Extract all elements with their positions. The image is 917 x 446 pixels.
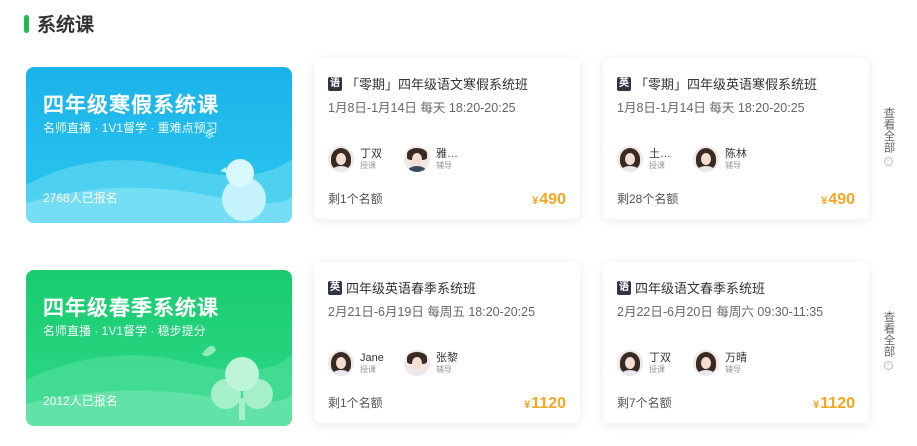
teacher-role: 授课 xyxy=(360,364,376,374)
course-title: 英 四年级英语春季系统班 xyxy=(328,278,476,297)
course-title: 语 四年级语文春季系统班 xyxy=(617,278,765,297)
teacher-name: 雅… xyxy=(436,147,458,160)
subject-badge: 语 xyxy=(328,76,342,91)
course-card[interactable]: 语 「零期」四年级语文寒假系统班 1月8日-1月14日 每天 18:20-20:… xyxy=(314,58,580,219)
teacher-role: 授课 xyxy=(649,364,665,374)
course-title-text: 「零期」四年级英语寒假系统班 xyxy=(635,77,818,92)
promo-subtitle: 名师直播 · 1V1督学 · 重难点预习 xyxy=(43,121,218,135)
view-all-link[interactable]: 查看全部 › xyxy=(881,107,895,166)
promo-enroll-count: 2012人已报名 xyxy=(43,394,118,408)
course-schedule: 2月21日-6月19日 每周五 18:20-20:25 xyxy=(328,305,536,319)
teacher-name: 丁双 xyxy=(649,351,671,364)
section-accent-bar xyxy=(24,14,29,33)
course-card[interactable]: 英 四年级英语春季系统班 2月21日-6月19日 每周五 18:20-20:25… xyxy=(314,262,580,423)
teacher-name: 土… xyxy=(649,147,671,160)
course-price: ¥490 xyxy=(532,191,566,209)
remaining-seats: 剩1个名额 xyxy=(328,192,383,206)
course-price: ¥490 xyxy=(821,191,855,209)
course-card[interactable]: 语 四年级语文春季系统班 2月22日-6月20日 每周六 09:30-11:35… xyxy=(603,262,869,423)
avatar xyxy=(404,146,430,172)
course-title-text: 「零期」四年级语文寒假系统班 xyxy=(346,77,529,92)
promo-title: 四年级寒假系统课 xyxy=(43,94,219,117)
chevron-right-icon: › xyxy=(883,157,893,166)
course-card[interactable]: 英 「零期」四年级英语寒假系统班 1月8日-1月14日 每天 18:20-20:… xyxy=(603,58,869,219)
subject-badge: 英 xyxy=(328,280,342,295)
teacher-tutor: 张黎 辅导 xyxy=(404,350,480,376)
promo-card-spring[interactable]: 四年级春季系统课 名师直播 · 1V1督学 · 稳步提分 2012人已报名 xyxy=(26,270,292,426)
course-title-text: 四年级英语春季系统班 xyxy=(346,281,477,296)
teacher-lecturer: 土… 授课 xyxy=(617,146,693,172)
view-all-label: 查看全部 xyxy=(882,107,895,153)
price-value: 1120 xyxy=(820,395,855,412)
course-title: 语 「零期」四年级语文寒假系统班 xyxy=(328,74,528,93)
course-title-text: 四年级语文春季系统班 xyxy=(635,281,766,296)
subject-badge: 语 xyxy=(617,280,631,295)
promo-enroll-count: 2768人已报名 xyxy=(43,191,118,205)
teacher-name: 丁双 xyxy=(360,147,382,160)
price-value: 1120 xyxy=(531,395,566,412)
currency-symbol: ¥ xyxy=(532,195,539,207)
view-all-label: 查看全部 xyxy=(882,311,895,357)
teacher-list: 土… 授课 陈林 辅导 xyxy=(617,146,769,172)
teacher-list: Jane 授课 张黎 辅导 xyxy=(328,350,480,376)
course-price: ¥1120 xyxy=(813,395,855,413)
teacher-name: Jane xyxy=(360,351,384,364)
section-header: 系统课 xyxy=(24,10,94,37)
teacher-name: 张黎 xyxy=(436,351,458,364)
currency-symbol: ¥ xyxy=(524,399,531,411)
currency-symbol: ¥ xyxy=(821,195,828,207)
teacher-role: 授课 xyxy=(649,160,665,170)
subject-badge: 英 xyxy=(617,76,631,91)
course-schedule: 1月8日-1月14日 每天 18:20-20:25 xyxy=(328,101,516,115)
section-title: 系统课 xyxy=(37,15,95,36)
teacher-tutor: 雅… 辅导 xyxy=(404,146,480,172)
teacher-tutor: 陈林 辅导 xyxy=(693,146,769,172)
teacher-list: 丁双 授课 雅… 辅导 xyxy=(328,146,480,172)
course-schedule: 1月8日-1月14日 每天 18:20-20:25 xyxy=(617,101,805,115)
avatar xyxy=(693,146,719,172)
teacher-role: 授课 xyxy=(360,160,376,170)
avatar xyxy=(693,350,719,376)
chevron-right-icon: › xyxy=(883,361,893,370)
teacher-lecturer: 丁双 授课 xyxy=(617,350,693,376)
avatar xyxy=(617,350,643,376)
course-price: ¥1120 xyxy=(524,395,566,413)
teacher-lecturer: Jane 授课 xyxy=(328,350,404,376)
avatar xyxy=(328,350,354,376)
remaining-seats: 剩7个名额 xyxy=(617,396,672,410)
avatar xyxy=(617,146,643,172)
currency-symbol: ¥ xyxy=(813,399,820,411)
teacher-name: 万晴 xyxy=(725,351,747,364)
price-value: 490 xyxy=(828,191,855,208)
teacher-role: 辅导 xyxy=(436,160,452,170)
promo-title: 四年级春季系统课 xyxy=(43,297,219,320)
course-schedule: 2月22日-6月20日 每周六 09:30-11:35 xyxy=(617,305,824,319)
price-value: 490 xyxy=(539,191,566,208)
promo-card-winter[interactable]: ❄ 四年级寒假系统课 名师直播 · 1V1督学 · 重难点预习 2768人已报名 xyxy=(26,67,292,223)
teacher-role: 辅导 xyxy=(436,364,452,374)
teacher-name: 陈林 xyxy=(725,147,747,160)
promo-subtitle: 名师直播 · 1V1督学 · 稳步提分 xyxy=(43,324,206,338)
remaining-seats: 剩1个名额 xyxy=(328,396,383,410)
teacher-lecturer: 丁双 授课 xyxy=(328,146,404,172)
course-title: 英 「零期」四年级英语寒假系统班 xyxy=(617,74,817,93)
view-all-link[interactable]: 查看全部 › xyxy=(881,311,895,370)
teacher-list: 丁双 授课 万晴 辅导 xyxy=(617,350,769,376)
teacher-role: 辅导 xyxy=(725,364,741,374)
teacher-role: 辅导 xyxy=(725,160,741,170)
avatar xyxy=(328,146,354,172)
remaining-seats: 剩28个名额 xyxy=(617,192,679,206)
avatar xyxy=(404,350,430,376)
teacher-tutor: 万晴 辅导 xyxy=(693,350,769,376)
